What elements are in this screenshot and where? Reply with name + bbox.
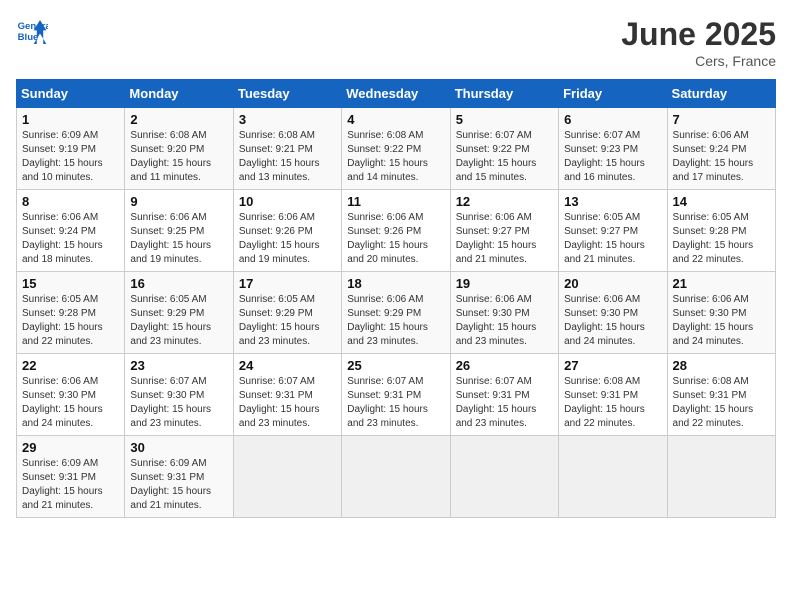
- header-wednesday: Wednesday: [342, 80, 450, 108]
- day-cell: 18 Sunrise: 6:06 AM Sunset: 9:29 PM Dayl…: [342, 272, 450, 354]
- day-cell: 17 Sunrise: 6:05 AM Sunset: 9:29 PM Dayl…: [233, 272, 341, 354]
- empty-cell: [342, 436, 450, 518]
- day-cell: 4 Sunrise: 6:08 AM Sunset: 9:22 PM Dayli…: [342, 108, 450, 190]
- day-cell: 23 Sunrise: 6:07 AM Sunset: 9:30 PM Dayl…: [125, 354, 233, 436]
- header-friday: Friday: [559, 80, 667, 108]
- page-header: General Blue June 2025 Cers, France: [16, 16, 776, 69]
- day-cell: 20 Sunrise: 6:06 AM Sunset: 9:30 PM Dayl…: [559, 272, 667, 354]
- day-cell: 15 Sunrise: 6:05 AM Sunset: 9:28 PM Dayl…: [17, 272, 125, 354]
- title-area: June 2025 Cers, France: [621, 16, 776, 69]
- location: Cers, France: [621, 53, 776, 69]
- day-cell: 16 Sunrise: 6:05 AM Sunset: 9:29 PM Dayl…: [125, 272, 233, 354]
- header-saturday: Saturday: [667, 80, 775, 108]
- day-cell: 22 Sunrise: 6:06 AM Sunset: 9:30 PM Dayl…: [17, 354, 125, 436]
- calendar-row: 22 Sunrise: 6:06 AM Sunset: 9:30 PM Dayl…: [17, 354, 776, 436]
- calendar-row: 8 Sunrise: 6:06 AM Sunset: 9:24 PM Dayli…: [17, 190, 776, 272]
- calendar-row: 15 Sunrise: 6:05 AM Sunset: 9:28 PM Dayl…: [17, 272, 776, 354]
- calendar-row: 1 Sunrise: 6:09 AM Sunset: 9:19 PM Dayli…: [17, 108, 776, 190]
- day-cell: 14 Sunrise: 6:05 AM Sunset: 9:28 PM Dayl…: [667, 190, 775, 272]
- header-tuesday: Tuesday: [233, 80, 341, 108]
- day-cell: 26 Sunrise: 6:07 AM Sunset: 9:31 PM Dayl…: [450, 354, 558, 436]
- day-cell: 2 Sunrise: 6:08 AM Sunset: 9:20 PM Dayli…: [125, 108, 233, 190]
- header-sunday: Sunday: [17, 80, 125, 108]
- day-cell: 12 Sunrise: 6:06 AM Sunset: 9:27 PM Dayl…: [450, 190, 558, 272]
- day-cell: 13 Sunrise: 6:05 AM Sunset: 9:27 PM Dayl…: [559, 190, 667, 272]
- empty-cell: [450, 436, 558, 518]
- day-cell: 25 Sunrise: 6:07 AM Sunset: 9:31 PM Dayl…: [342, 354, 450, 436]
- logo-icon: General Blue: [16, 16, 48, 48]
- day-cell: 1 Sunrise: 6:09 AM Sunset: 9:19 PM Dayli…: [17, 108, 125, 190]
- day-cell: 3 Sunrise: 6:08 AM Sunset: 9:21 PM Dayli…: [233, 108, 341, 190]
- day-cell: 5 Sunrise: 6:07 AM Sunset: 9:22 PM Dayli…: [450, 108, 558, 190]
- day-cell: 19 Sunrise: 6:06 AM Sunset: 9:30 PM Dayl…: [450, 272, 558, 354]
- header-thursday: Thursday: [450, 80, 558, 108]
- weekday-header-row: Sunday Monday Tuesday Wednesday Thursday…: [17, 80, 776, 108]
- day-cell: 6 Sunrise: 6:07 AM Sunset: 9:23 PM Dayli…: [559, 108, 667, 190]
- calendar-row: 29 Sunrise: 6:09 AM Sunset: 9:31 PM Dayl…: [17, 436, 776, 518]
- logo: General Blue: [16, 16, 52, 48]
- calendar-table: Sunday Monday Tuesday Wednesday Thursday…: [16, 79, 776, 518]
- empty-cell: [559, 436, 667, 518]
- empty-cell: [667, 436, 775, 518]
- month-title: June 2025: [621, 16, 776, 53]
- day-cell: 10 Sunrise: 6:06 AM Sunset: 9:26 PM Dayl…: [233, 190, 341, 272]
- day-cell: 28 Sunrise: 6:08 AM Sunset: 9:31 PM Dayl…: [667, 354, 775, 436]
- day-cell: 27 Sunrise: 6:08 AM Sunset: 9:31 PM Dayl…: [559, 354, 667, 436]
- header-monday: Monday: [125, 80, 233, 108]
- day-cell: 30 Sunrise: 6:09 AM Sunset: 9:31 PM Dayl…: [125, 436, 233, 518]
- day-cell: 9 Sunrise: 6:06 AM Sunset: 9:25 PM Dayli…: [125, 190, 233, 272]
- day-cell: 21 Sunrise: 6:06 AM Sunset: 9:30 PM Dayl…: [667, 272, 775, 354]
- empty-cell: [233, 436, 341, 518]
- day-cell: 7 Sunrise: 6:06 AM Sunset: 9:24 PM Dayli…: [667, 108, 775, 190]
- day-cell: 24 Sunrise: 6:07 AM Sunset: 9:31 PM Dayl…: [233, 354, 341, 436]
- day-cell: 11 Sunrise: 6:06 AM Sunset: 9:26 PM Dayl…: [342, 190, 450, 272]
- day-cell: 29 Sunrise: 6:09 AM Sunset: 9:31 PM Dayl…: [17, 436, 125, 518]
- day-cell: 8 Sunrise: 6:06 AM Sunset: 9:24 PM Dayli…: [17, 190, 125, 272]
